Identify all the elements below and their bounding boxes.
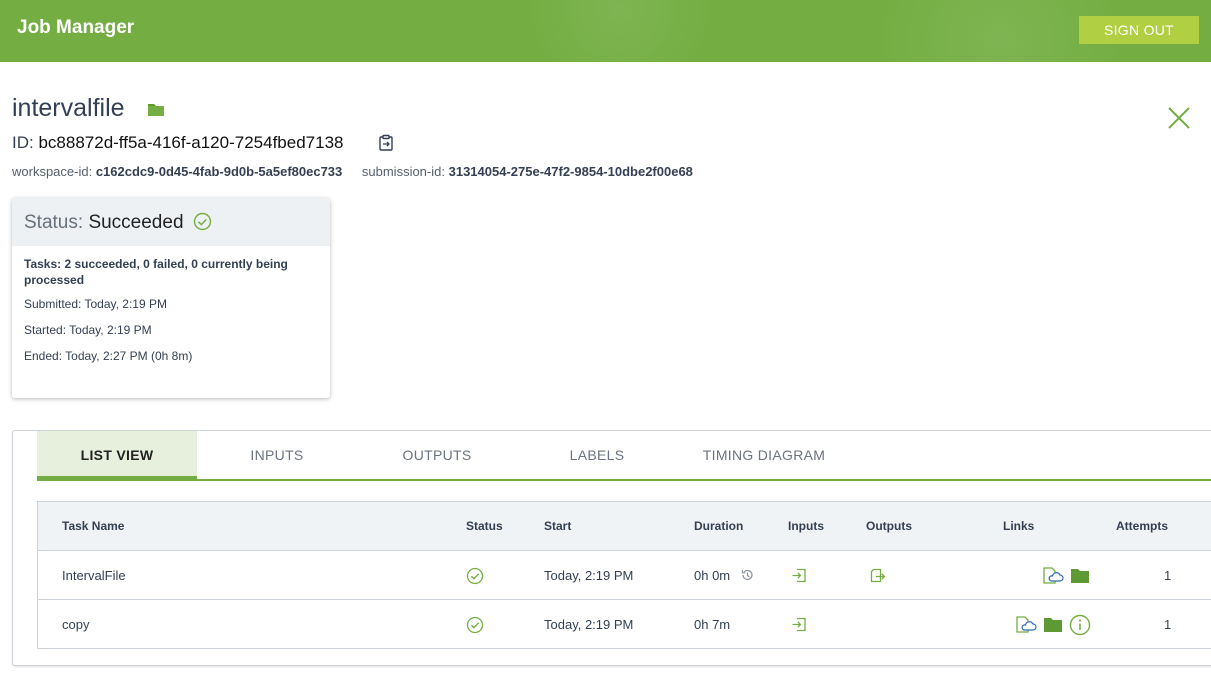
tab-list-view[interactable]: LIST VIEW [37, 431, 197, 481]
top-bar: Job Manager SIGN OUT [0, 0, 1211, 62]
submitted-time: Submitted: Today, 2:19 PM [24, 297, 167, 311]
table-header: Task Name Status Start Duration Inputs O… [38, 502, 1211, 551]
task-name-cell: IntervalFile [62, 568, 126, 583]
column-header: Inputs [788, 519, 824, 533]
submission-id-value: 31314054-275e-47f2-9854-10dbe2f00e68 [448, 164, 693, 179]
job-id-value: bc88872d-ff5a-416f-a120-7254fbed7138 [38, 133, 344, 152]
duration-cell: 0h 0m [694, 568, 731, 583]
inputs-icon[interactable] [791, 616, 808, 638]
column-header[interactable]: Attempts [1116, 519, 1168, 533]
sign-out-button[interactable]: SIGN OUT [1079, 16, 1199, 44]
status-label: Status: [24, 212, 84, 233]
cloud-file-icon[interactable] [1042, 565, 1064, 590]
history-icon[interactable] [740, 568, 754, 587]
tab-timing-diagram[interactable]: TIMING DIAGRAM [684, 431, 844, 479]
copy-to-clipboard-icon[interactable] [377, 134, 395, 157]
attempts-cell: 1 [1164, 617, 1172, 632]
attempts-cell: 1 [1164, 568, 1172, 583]
duration-cell: 0h 7m [694, 617, 731, 632]
tab-labels[interactable]: LABELS [517, 431, 677, 479]
app-title: Job Manager [17, 17, 135, 38]
column-header[interactable]: Task Name [62, 519, 124, 533]
column-header[interactable]: Start [544, 519, 571, 533]
table-row: copy Today, 2:19 PM 0h 7m 1 [38, 600, 1211, 649]
job-name: intervalfile [12, 94, 125, 122]
info-icon[interactable] [1069, 614, 1091, 641]
workspace-id-label: workspace-id: [12, 164, 93, 179]
column-header[interactable]: Duration [694, 519, 743, 533]
column-header: Links [1003, 519, 1035, 533]
job-id-line: ID: bc88872d-ff5a-416f-a120-7254fbed7138 [12, 133, 343, 153]
cloud-file-icon[interactable] [1015, 614, 1037, 639]
outputs-icon[interactable] [869, 567, 886, 589]
check-circle-icon [193, 212, 212, 237]
folder-icon[interactable] [1043, 616, 1063, 638]
column-header: Outputs [866, 519, 912, 533]
table-row: IntervalFile Today, 2:19 PM 0h 0m 1 [38, 551, 1211, 600]
tab-inputs[interactable]: INPUTS [197, 431, 357, 479]
status-details: Tasks: 2 succeeded, 0 failed, 0 currentl… [12, 246, 330, 385]
tab-bar: LIST VIEW INPUTS OUTPUTS LABELS TIMING D… [37, 431, 1211, 481]
close-icon[interactable] [1165, 104, 1193, 137]
column-header[interactable]: Status [466, 519, 503, 533]
job-details-panel: LIST VIEW INPUTS OUTPUTS LABELS TIMING D… [12, 430, 1211, 666]
status-header: Status: Succeeded [12, 198, 330, 246]
folder-icon[interactable] [147, 101, 165, 122]
start-cell: Today, 2:19 PM [544, 617, 634, 632]
workspace-id-value: c162cdc9-0d45-4fab-9d0b-5a5ef80ec733 [95, 164, 343, 179]
started-time: Started: Today, 2:19 PM [24, 323, 152, 337]
check-circle-icon [466, 616, 484, 639]
tab-outputs[interactable]: OUTPUTS [357, 431, 517, 479]
folder-icon[interactable] [1070, 567, 1090, 589]
inputs-icon[interactable] [791, 567, 808, 589]
check-circle-icon [466, 567, 484, 590]
tasks-summary: Tasks: 2 succeeded, 0 failed, 0 currentl… [24, 257, 288, 287]
ended-time: Ended: Today, 2:27 PM (0h 8m) [24, 349, 193, 363]
job-id-label: ID: [12, 133, 34, 152]
status-value: Succeeded [88, 212, 184, 233]
job-meta-line: workspace-id: c162cdc9-0d45-4fab-9d0b-5a… [12, 164, 693, 179]
tasks-table: Task Name Status Start Duration Inputs O… [37, 501, 1211, 649]
submission-id-label: submission-id: [361, 164, 445, 179]
status-card: Status: Succeeded Tasks: 2 succeeded, 0 … [12, 198, 330, 398]
task-name-cell: copy [62, 617, 90, 632]
start-cell: Today, 2:19 PM [544, 568, 634, 583]
